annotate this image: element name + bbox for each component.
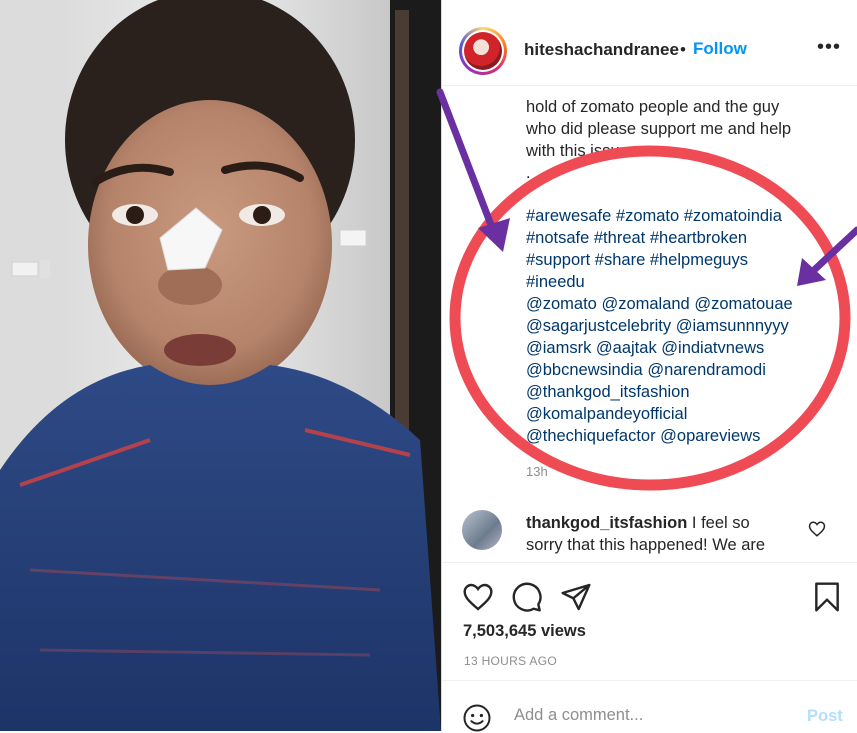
video-player[interactable] bbox=[0, 0, 441, 731]
follow-button[interactable]: Follow bbox=[693, 39, 747, 59]
mention-line[interactable]: @bbcnewsindia @narendramodi bbox=[526, 359, 846, 381]
separator-dot: • bbox=[680, 40, 686, 59]
paper-plane-icon[interactable] bbox=[560, 581, 592, 613]
bookmark-icon[interactable] bbox=[811, 581, 843, 613]
post-header: hiteshachandranee • Follow ••• bbox=[442, 0, 857, 86]
more-options-icon[interactable]: ••• bbox=[817, 36, 841, 59]
mention-line[interactable]: @thechiquefactor @opareviews bbox=[526, 425, 846, 447]
post-timestamp: 13 HOURS AGO bbox=[464, 654, 557, 668]
comment-input[interactable] bbox=[512, 705, 786, 726]
post-caption: hold of zomato people and the guy who di… bbox=[526, 96, 826, 184]
mention-line[interactable]: @thankgod_itsfashion bbox=[526, 381, 846, 403]
comment-text: I feel so bbox=[687, 514, 750, 532]
mention-line[interactable]: @zomato @zomaland @zomatouae bbox=[526, 293, 846, 315]
caption-time: 13h bbox=[526, 464, 548, 479]
mention-line[interactable]: @komalpandeyofficial bbox=[526, 403, 846, 425]
caption-line: . bbox=[526, 164, 531, 182]
comment-item: thankgod_itsfashion I feel so sorry that… bbox=[526, 512, 796, 556]
comment-username[interactable]: thankgod_itsfashion bbox=[526, 514, 687, 532]
commenter-avatar[interactable] bbox=[462, 510, 502, 550]
hashtag-line[interactable]: #arewesafe #zomato #zomatoindia bbox=[526, 205, 846, 227]
view-count[interactable]: 7,503,645 views bbox=[463, 622, 586, 641]
post-username[interactable]: hiteshachandranee bbox=[524, 40, 679, 60]
comment-bubble-icon[interactable] bbox=[511, 581, 543, 613]
hashtag-line[interactable]: #notsafe #threat #heartbroken bbox=[526, 227, 846, 249]
small-heart-icon[interactable] bbox=[808, 520, 826, 538]
mention-line[interactable]: @sagarjustcelebrity @iamsunnnyyy bbox=[526, 315, 846, 337]
mention-line[interactable]: @iamsrk @aajtak @indiatvnews bbox=[526, 337, 846, 359]
post-details-panel: hiteshachandranee • Follow ••• hold of z… bbox=[441, 0, 857, 732]
hashtag-line[interactable]: #ineedu bbox=[526, 271, 846, 293]
post-actions: 7,503,645 views 13 HOURS AGO bbox=[442, 562, 857, 681]
heart-icon[interactable] bbox=[462, 581, 494, 613]
add-comment-bar: Post bbox=[442, 680, 857, 732]
smiley-icon[interactable] bbox=[462, 703, 492, 733]
caption-line: who did please support me and help bbox=[526, 120, 792, 138]
video-frame bbox=[0, 0, 441, 731]
comment-text: sorry that this happened! We are bbox=[526, 536, 766, 554]
hashtag-line[interactable]: #support #share #helpmeguys bbox=[526, 249, 846, 271]
caption-line: with this issue bbox=[526, 142, 629, 160]
profile-avatar[interactable] bbox=[459, 27, 507, 75]
hashtags-mentions: #arewesafe #zomato #zomatoindia #notsafe… bbox=[526, 205, 846, 447]
caption-line: hold of zomato people and the guy bbox=[526, 98, 780, 116]
post-comment-button[interactable]: Post bbox=[807, 707, 843, 726]
